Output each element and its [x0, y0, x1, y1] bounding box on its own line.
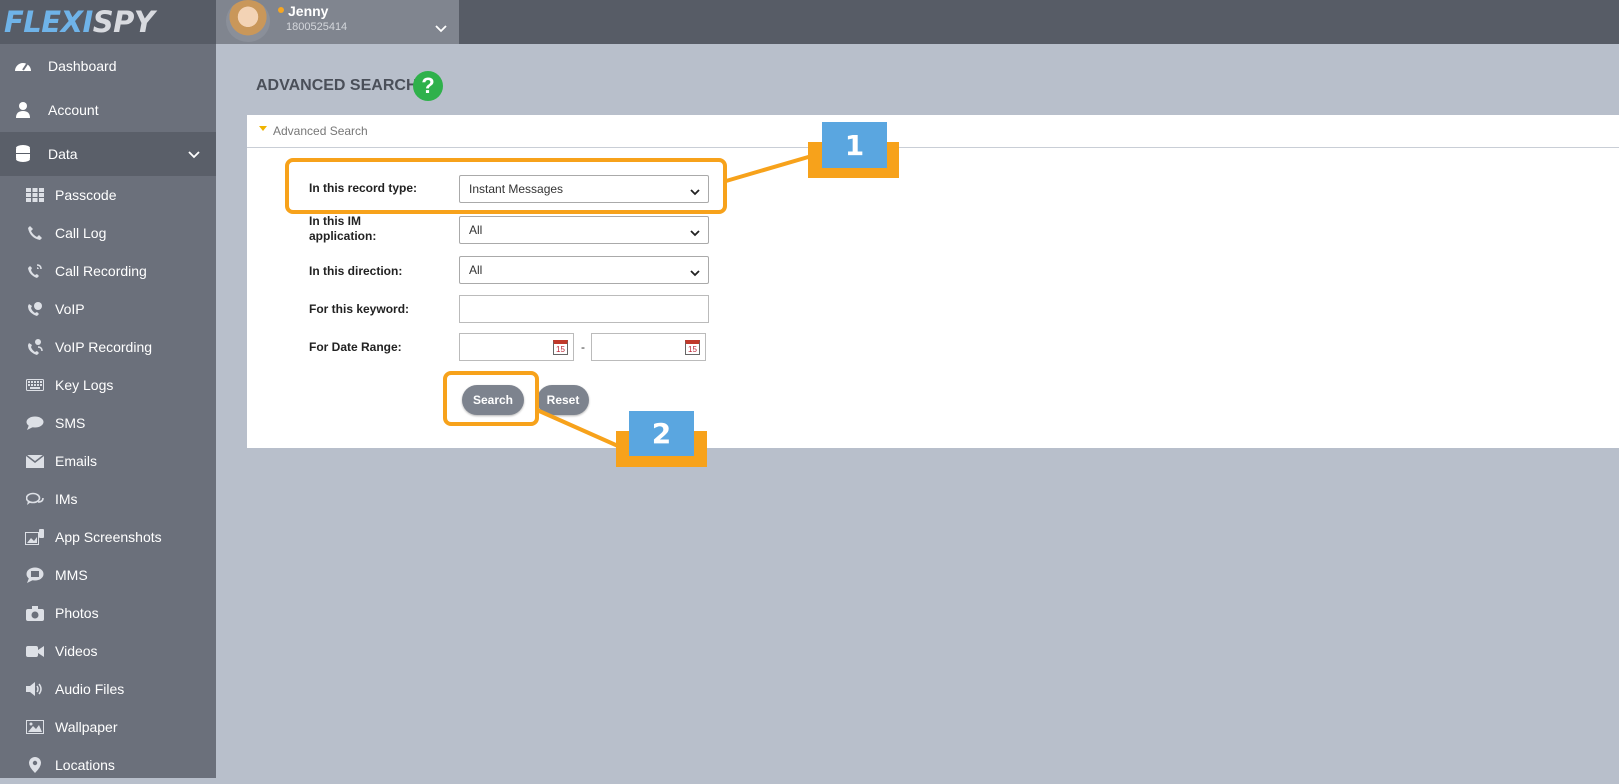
highlight-search-button: [443, 371, 539, 426]
highlight-record-type: [285, 158, 727, 214]
callout-2-badge: 2: [629, 411, 694, 456]
callout-1-badge: 1: [822, 122, 887, 168]
callout-lines: [536, 151, 823, 448]
